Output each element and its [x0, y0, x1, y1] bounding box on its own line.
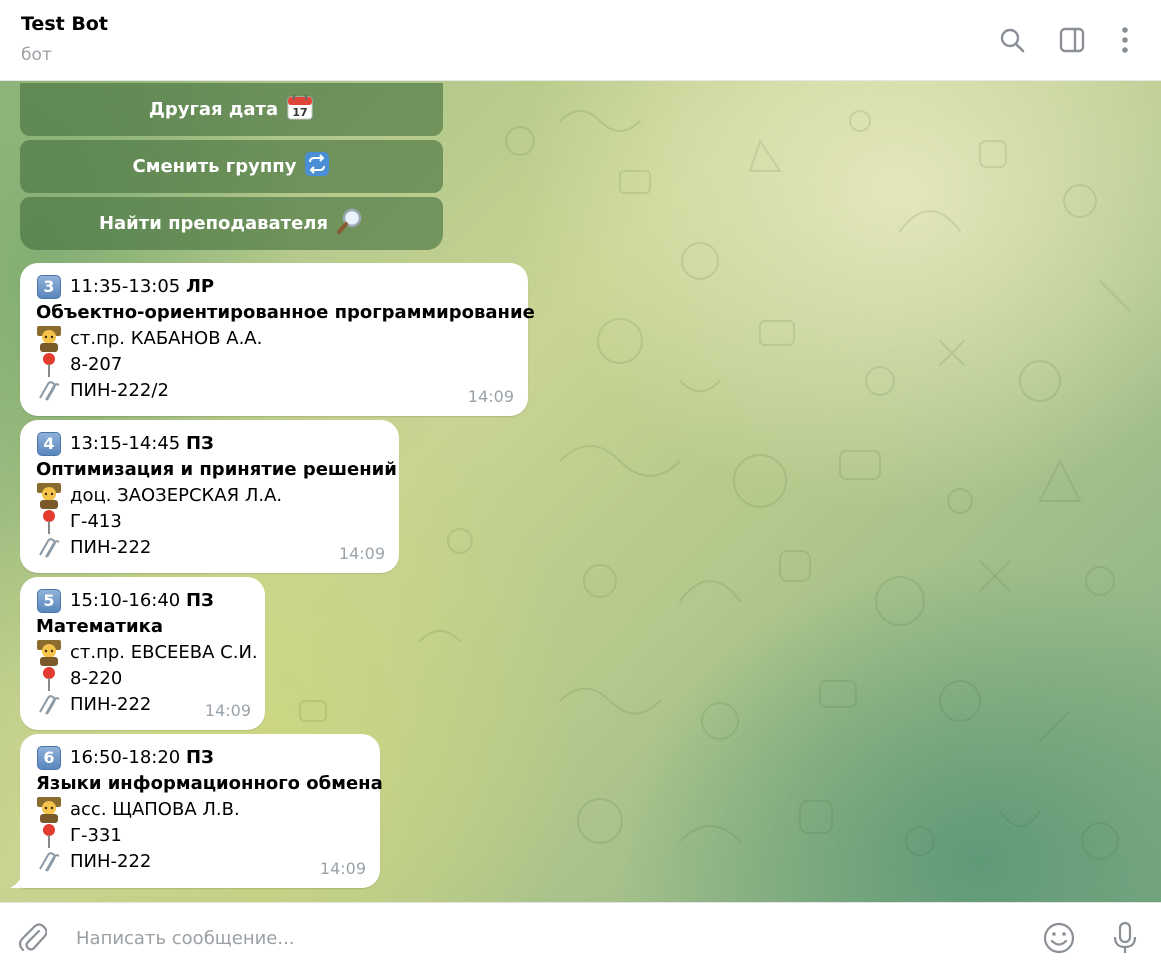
svg-text:17: 17: [292, 106, 307, 119]
lesson-group: ПИН-222: [70, 851, 152, 872]
emoji-icon[interactable]: [1041, 920, 1077, 956]
lesson-type: ПЗ: [185, 590, 214, 611]
message-bubble[interactable]: 6 16:50-18:20 ПЗ Языки информационного о…: [20, 734, 383, 888]
lesson-subject: Объектно-ориентированное программировани…: [36, 302, 535, 323]
lesson-time: 13:15-14:45: [70, 433, 181, 454]
chat-area[interactable]: Другая дата 17 Сменить группу Найти преп…: [0, 81, 1161, 902]
lesson-room: Г-413: [70, 511, 122, 532]
microphone-icon[interactable]: [1107, 920, 1143, 956]
magnifier-icon: [336, 207, 364, 240]
message-bubble[interactable]: 4 13:15-14:45 ПЗ Оптимизация и принятие …: [20, 420, 399, 573]
repeat-icon: [304, 151, 330, 182]
lesson-time: 16:50-18:20: [70, 747, 181, 768]
keyboard-button-label: Другая дата: [148, 99, 279, 120]
pin-icon: [36, 352, 62, 378]
keyboard-button-find-teacher[interactable]: Найти преподавателя: [20, 197, 443, 250]
teacher-icon: [36, 640, 62, 666]
lesson-type: ЛР: [185, 276, 215, 297]
lesson-room: Г-331: [70, 825, 122, 846]
message-composer: [0, 902, 1161, 970]
lesson-group: ПИН-222: [70, 537, 152, 558]
more-menu-icon[interactable]: [1109, 24, 1141, 56]
lesson-room: 8-220: [70, 668, 123, 689]
chat-subtitle: бот: [21, 45, 52, 65]
lesson-teacher: асс. ЩАПОВА Л.В.: [70, 799, 240, 820]
pin-icon: [36, 823, 62, 849]
lesson-subject: Оптимизация и принятие решений: [36, 459, 397, 480]
lesson-subject: Математика: [36, 616, 163, 637]
message-time: 14:09: [319, 859, 366, 878]
message-time: 14:09: [467, 387, 514, 406]
chat-title[interactable]: Test Bot: [21, 13, 108, 35]
message-input[interactable]: [74, 921, 978, 955]
keycap-number-icon: 3: [37, 275, 61, 299]
keycap-number-icon: 4: [37, 432, 61, 456]
pin-icon: [36, 666, 62, 692]
lesson-teacher: доц. ЗАОЗЕРСКАЯ Л.А.: [70, 485, 283, 506]
keyboard-button-change-group[interactable]: Сменить группу: [20, 140, 443, 193]
keycap-number-icon: 5: [37, 589, 61, 613]
calendar-icon: 17: [286, 93, 314, 126]
paperclips-icon: [36, 378, 62, 404]
teacher-icon: [36, 797, 62, 823]
lesson-teacher: ст.пр. КАБАНОВ А.А.: [70, 328, 263, 349]
pin-icon: [36, 509, 62, 535]
teacher-icon: [36, 326, 62, 352]
search-icon[interactable]: [996, 24, 1028, 56]
teacher-icon: [36, 483, 62, 509]
lesson-teacher: ст.пр. ЕВСЕЕВА С.И.: [70, 642, 258, 663]
lesson-time: 11:35-13:05: [70, 276, 181, 297]
message-time: 14:09: [204, 701, 251, 720]
message-time: 14:09: [338, 544, 385, 563]
lesson-time: 15:10-16:40: [70, 590, 181, 611]
keyboard-button-other-date[interactable]: Другая дата 17: [20, 83, 443, 136]
keycap-number-icon: 6: [37, 746, 61, 770]
paperclips-icon: [36, 535, 62, 561]
message-bubble[interactable]: 5 15:10-16:40 ПЗ Математика ст.пр. ЕВСЕЕ…: [20, 577, 265, 730]
lesson-type: ПЗ: [185, 747, 214, 768]
paperclip-icon[interactable]: [14, 920, 50, 956]
paperclips-icon: [36, 692, 62, 718]
lesson-group: ПИН-222: [70, 694, 152, 715]
lesson-room: 8-207: [70, 354, 123, 375]
keyboard-button-label: Найти преподавателя: [98, 213, 329, 234]
keyboard-button-label: Сменить группу: [132, 156, 297, 177]
lesson-subject: Языки информационного обмена: [36, 773, 383, 794]
sidebar-toggle-icon[interactable]: [1056, 24, 1088, 56]
lesson-group: ПИН-222/2: [70, 380, 169, 401]
lesson-type: ПЗ: [185, 433, 214, 454]
message-bubble[interactable]: 3 11:35-13:05 ЛР Объектно-ориентированно…: [20, 263, 535, 416]
paperclips-icon: [36, 849, 62, 875]
chat-header: Test Bot бот: [0, 0, 1161, 81]
